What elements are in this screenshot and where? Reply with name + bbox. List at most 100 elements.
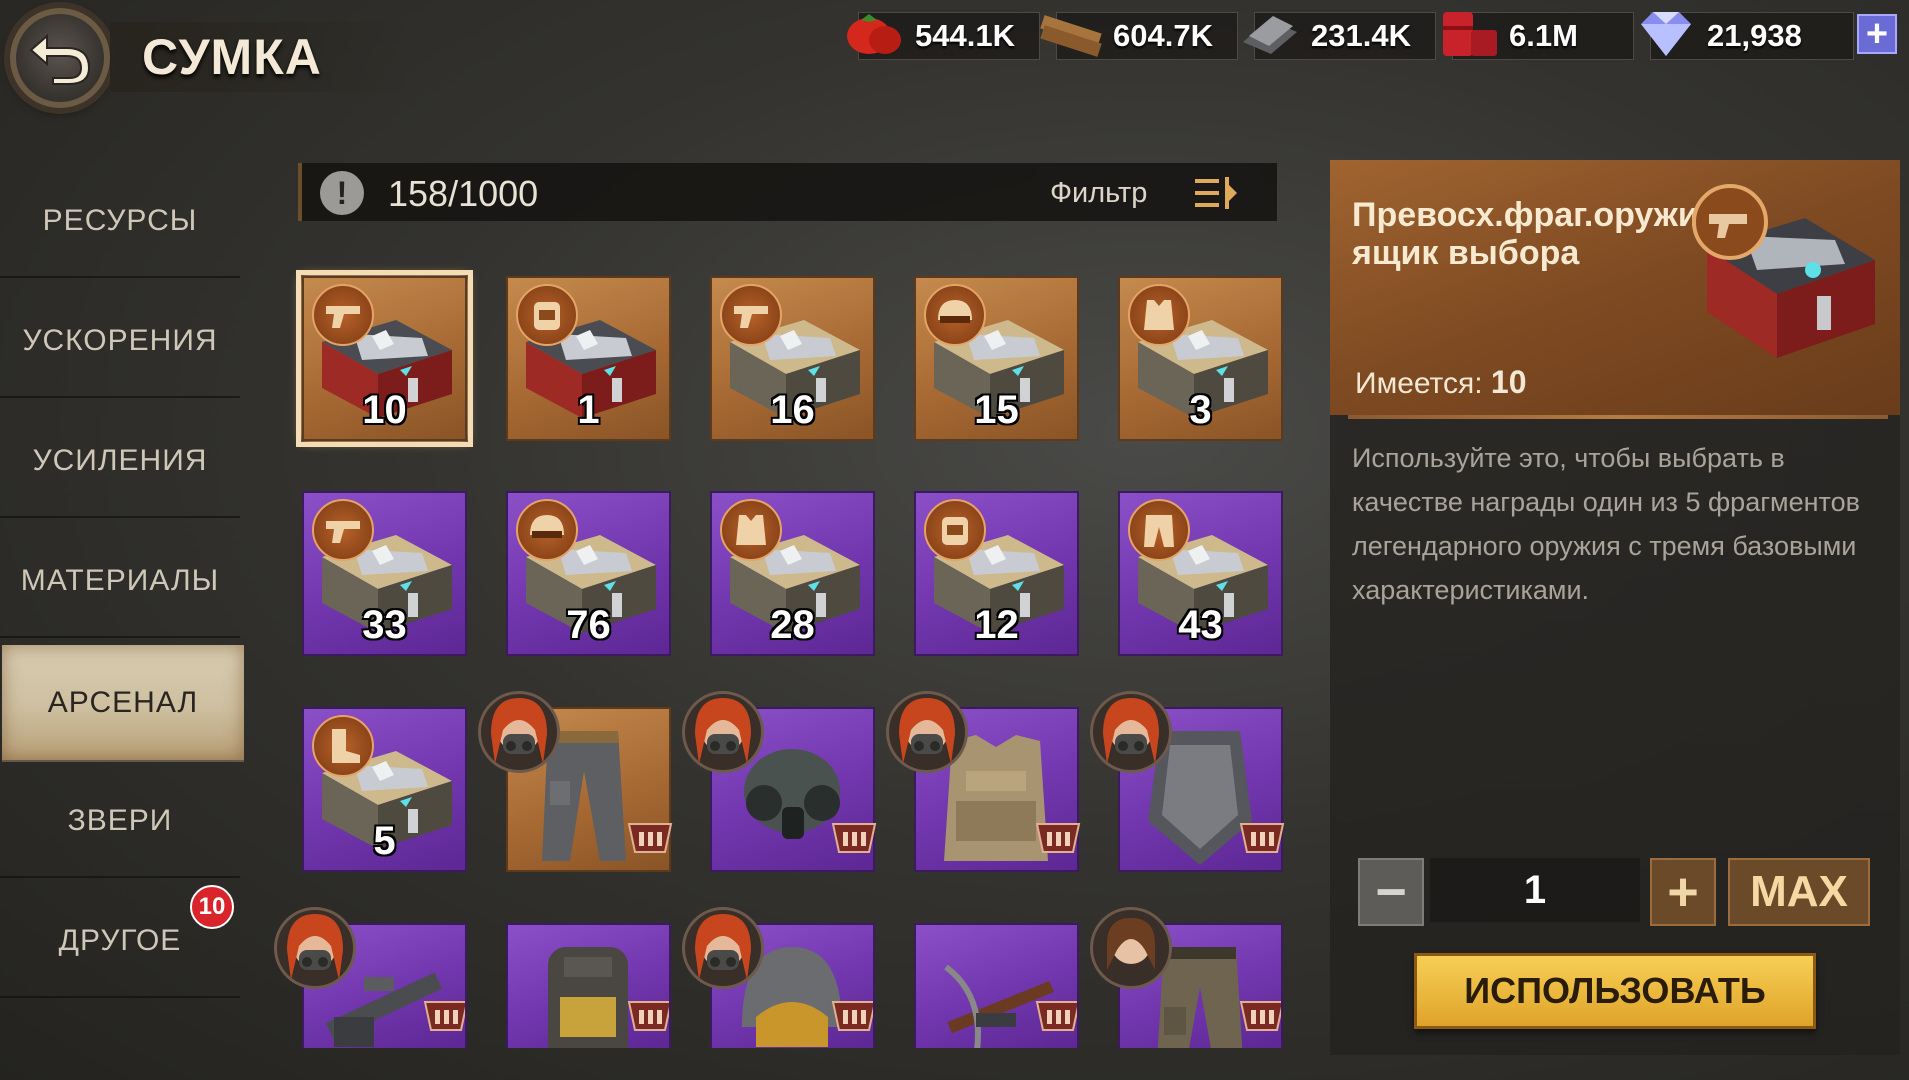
- inventory-slot[interactable]: 76: [506, 491, 671, 656]
- inventory-slot[interactable]: 43: [1118, 491, 1283, 656]
- sidebar-item-label: МАТЕРИАЛЫ: [20, 564, 220, 597]
- inventory-slot[interactable]: 12: [914, 491, 1079, 656]
- inventory-slot[interactable]: [914, 923, 1079, 1048]
- boots-category-icon: [312, 715, 374, 777]
- equipment-slot-icon: [1239, 1001, 1281, 1031]
- inventory-slot[interactable]: [1118, 923, 1283, 1048]
- pistol-category-icon: [720, 284, 782, 346]
- resource-gems[interactable]: 21,938: [1641, 12, 1854, 60]
- diamond-gems-icon: [1641, 12, 1691, 56]
- sidebar-item-boosts[interactable]: УСИЛЕНИЯ: [0, 406, 240, 518]
- inventory-slot[interactable]: [710, 707, 877, 872]
- resource-steel[interactable]: 231.4K: [1243, 12, 1436, 60]
- pants-category-icon: [1128, 499, 1190, 561]
- equipment-slot-icon: [627, 823, 673, 853]
- equipment-slot-icon: [831, 1001, 873, 1031]
- sidebar-item-label: АРСЕНАЛ: [47, 685, 199, 719]
- inventory-slot[interactable]: [1118, 707, 1285, 872]
- inventory-slot[interactable]: 5: [302, 707, 467, 872]
- item-count: 15: [974, 388, 1019, 432]
- weapon-chest-icon: [1692, 184, 1875, 358]
- inventory-slot[interactable]: 33: [302, 491, 467, 656]
- owned-label: Имеется:: [1355, 367, 1483, 400]
- item-count: 3: [1189, 388, 1212, 432]
- steel-bars-icon: [1243, 16, 1297, 54]
- sidebar-item-speedups[interactable]: УСКОРЕНИЯ: [0, 286, 240, 398]
- sidebar-item-materials[interactable]: МАТЕРИАЛЫ: [0, 526, 240, 638]
- capacity-text: 158/1000: [388, 173, 539, 214]
- back-arrow-icon: [29, 33, 91, 85]
- equipment-slot-icon: [1035, 823, 1081, 853]
- item-count: 33: [362, 603, 407, 647]
- item-count: 28: [770, 603, 815, 647]
- quantity-field[interactable]: 1: [1430, 858, 1640, 922]
- inventory-slot[interactable]: 16: [710, 276, 875, 441]
- resource-food[interactable]: 544.1K: [847, 12, 1040, 60]
- helmet-category-icon: [924, 284, 986, 346]
- buy-gems-button[interactable]: +: [1857, 14, 1897, 54]
- item-description: Используйте это, чтобы выбрать в качеств…: [1352, 443, 1860, 605]
- inventory-slot[interactable]: [302, 923, 467, 1048]
- inventory-slot[interactable]: 1: [506, 276, 671, 441]
- resource-oil[interactable]: 6.1M: [1443, 12, 1634, 60]
- steel-value: 231.4K: [1311, 18, 1411, 53]
- inventory-slot[interactable]: [710, 923, 875, 1048]
- tomato-food-icon: [847, 14, 901, 54]
- gems-value: 21,938: [1707, 18, 1802, 53]
- inventory-slot[interactable]: 28: [710, 491, 875, 656]
- item-count: 16: [770, 388, 815, 432]
- vest-category-icon: [720, 499, 782, 561]
- item-preview-image: [1685, 178, 1890, 368]
- oil-value: 6.1M: [1509, 18, 1578, 53]
- resource-wood[interactable]: 604.7K: [1040, 12, 1238, 60]
- item-count: 1: [577, 388, 600, 432]
- inventory-slot[interactable]: 15: [914, 276, 1079, 441]
- filter-label: Фильтр: [1050, 176, 1148, 209]
- food-value: 544.1K: [915, 18, 1015, 53]
- owned-count: Имеется: 10: [1355, 364, 1526, 401]
- inventory-slot[interactable]: 10: [296, 270, 473, 447]
- sidebar-item-label: УСИЛЕНИЯ: [32, 444, 208, 477]
- owned-value: 10: [1490, 364, 1527, 400]
- sidebar-item-arsenal[interactable]: АРСЕНАЛ: [2, 645, 244, 762]
- equipment-slot-icon: [423, 1001, 465, 1031]
- sidebar-item-label: УСКОРЕНИЯ: [22, 324, 218, 357]
- item-count: 5: [373, 819, 396, 863]
- vest-category-icon: [1128, 284, 1190, 346]
- notification-badge: 10: [190, 885, 234, 929]
- backpack-category-icon: [924, 499, 986, 561]
- sidebar-item-beasts[interactable]: ЗВЕРИ: [0, 766, 240, 878]
- warning-icon[interactable]: !: [320, 171, 364, 215]
- item-count: 76: [566, 603, 611, 647]
- pistol-category-icon: [312, 499, 374, 561]
- max-quantity-button[interactable]: MAX: [1728, 858, 1870, 926]
- page-title: СУМКА: [142, 29, 322, 85]
- divider: [1348, 415, 1888, 419]
- use-button[interactable]: ИСПОЛЬЗОВАТЬ: [1414, 953, 1816, 1029]
- equipment-slot-icon: [627, 1001, 669, 1031]
- inventory-slot[interactable]: [506, 707, 673, 872]
- oil-barrel-icon: [1443, 12, 1497, 56]
- decrease-quantity-button[interactable]: −: [1358, 858, 1424, 926]
- sidebar-item-label: ДРУГОЕ: [58, 924, 182, 957]
- inventory-slot[interactable]: 3: [1118, 276, 1283, 441]
- increase-quantity-button[interactable]: +: [1650, 858, 1716, 926]
- wood-value: 604.7K: [1113, 18, 1213, 53]
- equipment-slot-icon: [1239, 823, 1285, 853]
- filter-button[interactable]: Фильтр: [1038, 167, 1263, 219]
- inventory-slot[interactable]: [914, 707, 1081, 872]
- helmet-category-icon: [516, 499, 578, 561]
- inventory-slot[interactable]: [506, 923, 671, 1048]
- equipment-slot-icon: [831, 823, 877, 853]
- item-count: 12: [974, 603, 1019, 647]
- pistol-category-icon: [312, 284, 374, 346]
- wood-planks-icon: [1040, 15, 1102, 57]
- back-button[interactable]: [10, 8, 110, 108]
- sidebar-item-resources[interactable]: РЕСУРСЫ: [0, 166, 240, 278]
- filter-sort-icon: [1195, 177, 1238, 209]
- equipment-slot-icon: [1035, 1001, 1077, 1031]
- sidebar-item-label: РЕСУРСЫ: [42, 204, 198, 237]
- item-count: 10: [362, 388, 407, 432]
- sidebar-item-label: ЗВЕРИ: [67, 804, 173, 837]
- item-name: Превосх.фраг.оружия, ящик выбора: [1352, 196, 1729, 272]
